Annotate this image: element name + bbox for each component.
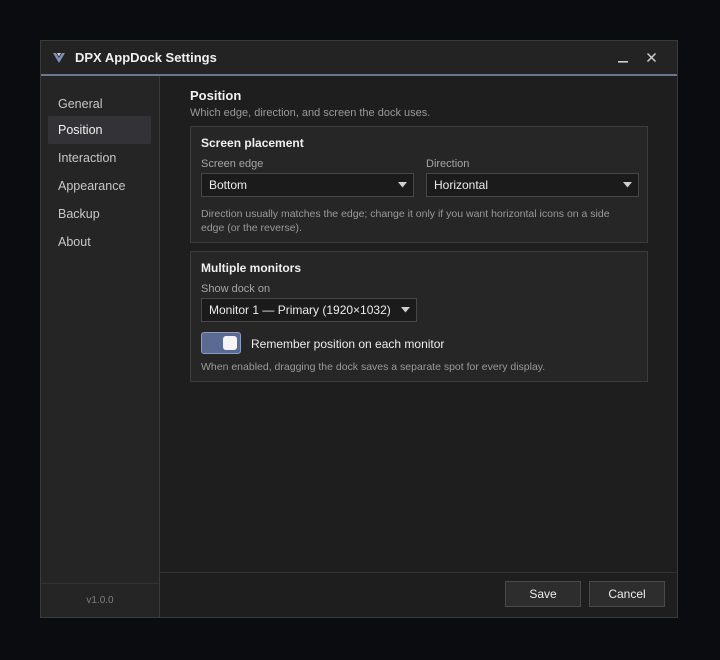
- sidebar-item-interaction[interactable]: Interaction: [48, 144, 151, 172]
- window-title: DPX AppDock Settings: [75, 50, 217, 65]
- direction-help-text: Direction usually matches the edge; chan…: [201, 207, 641, 235]
- monitor-select[interactable]: Monitor 1 — Primary (1920×1032): [201, 298, 417, 322]
- show-dock-on-label: Show dock on: [201, 283, 271, 295]
- sidebar: General Position Interaction Appearance …: [41, 76, 160, 617]
- screen-placement-group: Screen placement Screen edge Bottom Dire…: [190, 126, 648, 243]
- group-title: Multiple monitors: [201, 261, 301, 275]
- chevron-down-icon: [401, 299, 410, 321]
- sidebar-item-backup[interactable]: Backup: [48, 200, 151, 228]
- settings-window: DPX AppDock Settings General Position In…: [40, 40, 678, 618]
- page-title: Position: [190, 88, 242, 103]
- sidebar-item-appearance[interactable]: Appearance: [48, 172, 151, 200]
- app-logo-icon: [51, 50, 67, 66]
- footer-bar: Save Cancel: [160, 572, 677, 617]
- page-subtitle: Which edge, direction, and screen the do…: [190, 107, 431, 119]
- direction-label: Direction: [426, 158, 470, 170]
- minimize-button[interactable]: [609, 41, 637, 74]
- chevron-down-icon: [398, 174, 407, 196]
- close-button[interactable]: [637, 41, 665, 74]
- multiple-monitors-group: Multiple monitors Show dock on Monitor 1…: [190, 251, 648, 382]
- toggle-knob: [223, 336, 237, 350]
- monitor-value: Monitor 1 — Primary (1920×1032): [209, 303, 391, 317]
- direction-select[interactable]: Horizontal: [426, 173, 639, 197]
- screen-edge-label: Screen edge: [201, 158, 264, 170]
- help-line: edge (or the reverse).: [201, 222, 302, 234]
- direction-value: Horizontal: [434, 178, 489, 192]
- close-icon: [646, 52, 656, 63]
- sidebar-item-about[interactable]: About: [48, 228, 151, 256]
- group-title: Screen placement: [201, 136, 304, 150]
- cancel-button[interactable]: Cancel: [589, 581, 665, 607]
- remember-position-toggle[interactable]: [201, 332, 241, 354]
- position-page: Position Which edge, direction, and scre…: [160, 76, 677, 573]
- screen-edge-value: Bottom: [209, 178, 248, 192]
- help-line: Direction usually matches the edge; chan…: [201, 208, 610, 220]
- version-label: v1.0.0: [41, 583, 159, 617]
- sidebar-item-position[interactable]: Position: [48, 116, 151, 144]
- save-button[interactable]: Save: [505, 581, 581, 607]
- monitor-help-text: When enabled, dragging the dock saves a …: [201, 361, 546, 373]
- sidebar-item-general[interactable]: General: [48, 90, 151, 118]
- title-bar[interactable]: DPX AppDock Settings: [41, 41, 677, 76]
- remember-position-label: Remember position on each monitor: [251, 337, 445, 351]
- minimize-icon: [618, 60, 628, 63]
- screen-edge-select[interactable]: Bottom: [201, 173, 414, 197]
- chevron-down-icon: [623, 174, 632, 196]
